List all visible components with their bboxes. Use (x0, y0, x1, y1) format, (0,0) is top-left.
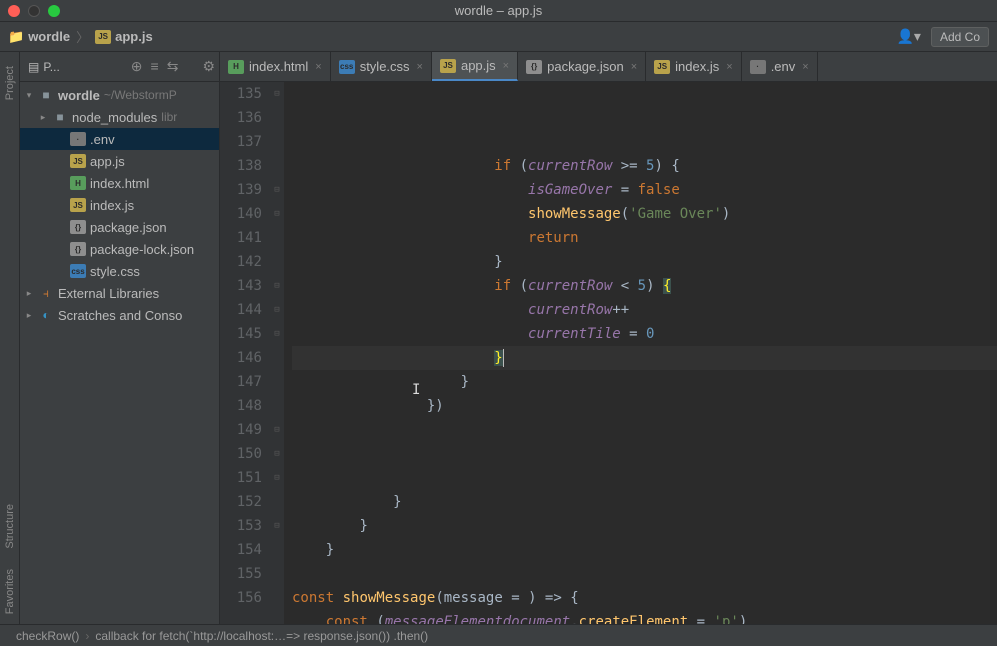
js-file-icon: JS (95, 30, 111, 44)
settings-icon[interactable]: ⚙ (202, 58, 215, 75)
tree-item-env[interactable]: · .env (20, 128, 219, 150)
js-file-icon: JS (440, 59, 456, 73)
json-file-icon: {} (70, 242, 86, 256)
tool-window-strip-left: Project Structure Favorites (0, 52, 20, 624)
json-file-icon: {} (70, 220, 86, 234)
sidebar-toolbar: ▤ P... ⊕ ≡ ⇆ ⚙ (20, 52, 219, 82)
user-icon[interactable]: 👤▾ (897, 28, 921, 45)
tab-index-html[interactable]: H index.html × (220, 52, 331, 81)
tree-item-style-css[interactable]: css style.css (20, 260, 219, 282)
project-panel-title[interactable]: ▤ P... (24, 60, 64, 74)
css-file-icon: css (70, 264, 86, 278)
folder-icon: 📁 (8, 29, 24, 45)
breadcrumb-item[interactable]: checkRow() (16, 629, 79, 643)
select-opened-file-icon[interactable]: ⊕ (131, 58, 143, 75)
js-file-icon: JS (654, 60, 670, 74)
html-file-icon: H (70, 176, 86, 190)
tree-item-package-json[interactable]: {} package.json (20, 216, 219, 238)
editor-tabs: H index.html × css style.css × JS app.js… (220, 52, 997, 82)
editor-area: H index.html × css style.css × JS app.js… (220, 52, 997, 624)
env-file-icon: · (750, 60, 766, 74)
close-icon[interactable]: × (315, 61, 321, 73)
tree-item-index-html[interactable]: H index.html (20, 172, 219, 194)
minimize-icon[interactable] (28, 5, 40, 17)
close-icon[interactable]: × (503, 60, 509, 72)
json-file-icon: {} (526, 60, 542, 74)
chevron-right-icon[interactable]: ▸ (38, 112, 48, 123)
tab-package-json[interactable]: {} package.json × (518, 52, 646, 81)
line-number-gutter: 1351361371381391401411421431441451461471… (220, 82, 270, 624)
close-icon[interactable] (8, 5, 20, 17)
project-sidebar: ▤ P... ⊕ ≡ ⇆ ⚙ ▾ ■ wordle ~/WebstormP ▸ … (20, 52, 220, 624)
close-icon[interactable]: × (631, 61, 637, 73)
code-editor[interactable]: 1351361371381391401411421431441451461471… (220, 82, 997, 624)
fold-gutter: ⊟⊟⊟⊟⊟⊟⊟⊟⊟⊟ (270, 82, 284, 624)
chevron-right-icon[interactable]: ▸ (24, 310, 34, 321)
tree-item-node-modules[interactable]: ▸ ■ node_modules libr (20, 106, 219, 128)
window-title: wordle – app.js (455, 3, 542, 18)
scratch-icon: ◐ (38, 308, 54, 322)
html-file-icon: H (228, 60, 244, 74)
close-icon[interactable]: × (802, 61, 808, 73)
tree-item-external-libraries[interactable]: ▸ ⫞ External Libraries (20, 282, 219, 304)
text-cursor-icon: I (412, 378, 420, 402)
tab-style-css[interactable]: css style.css × (331, 52, 432, 81)
expand-all-icon[interactable]: ≡ (151, 58, 159, 75)
breadcrumb-separator: 〉 (76, 27, 89, 46)
chevron-right-icon: › (85, 629, 89, 643)
tab-index-js[interactable]: JS index.js × (646, 52, 742, 81)
folder-icon: ■ (38, 88, 54, 102)
breadcrumb-file[interactable]: JS app.js (95, 29, 153, 44)
tree-item-app-js[interactable]: JS app.js (20, 150, 219, 172)
tree-item-project-root[interactable]: ▾ ■ wordle ~/WebstormP (20, 84, 219, 106)
window-controls (8, 5, 60, 17)
breadcrumb-root[interactable]: 📁 wordle (8, 29, 70, 45)
maximize-icon[interactable] (48, 5, 60, 17)
tree-item-package-lock[interactable]: {} package-lock.json (20, 238, 219, 260)
file-tree: ▾ ■ wordle ~/WebstormP ▸ ■ node_modules … (20, 82, 219, 624)
tree-item-index-js[interactable]: JS index.js (20, 194, 219, 216)
collapse-all-icon[interactable]: ⇆ (167, 58, 179, 75)
titlebar: wordle – app.js (0, 0, 997, 22)
tab-env[interactable]: · .env × (742, 52, 818, 81)
code-content[interactable]: I if (currentRow >= 5) { isGameOver = fa… (284, 82, 997, 624)
project-tool-tab[interactable]: Project (4, 66, 16, 100)
add-configuration-button[interactable]: Add Co (931, 27, 989, 47)
tree-item-scratches[interactable]: ▸ ◐ Scratches and Conso (20, 304, 219, 326)
folder-icon: ■ (52, 110, 68, 124)
editor-breadcrumb: checkRow() › callback for fetch(`http://… (0, 624, 997, 646)
tab-app-js[interactable]: JS app.js × (432, 52, 518, 81)
navigation-bar: 📁 wordle 〉 JS app.js 👤▾ Add Co (0, 22, 997, 52)
library-icon: ⫞ (38, 286, 54, 301)
project-icon: ▤ (28, 60, 39, 74)
structure-tool-tab[interactable]: Structure (4, 504, 16, 549)
chevron-right-icon[interactable]: ▸ (24, 288, 34, 299)
js-file-icon: JS (70, 198, 86, 212)
close-icon[interactable]: × (726, 61, 732, 73)
favorites-tool-tab[interactable]: Favorites (4, 569, 16, 614)
env-file-icon: · (70, 132, 86, 146)
chevron-down-icon[interactable]: ▾ (24, 90, 34, 101)
close-icon[interactable]: × (417, 61, 423, 73)
breadcrumb-item[interactable]: callback for fetch(`http://localhost:…=>… (95, 629, 428, 643)
js-file-icon: JS (70, 154, 86, 168)
css-file-icon: css (339, 60, 355, 74)
